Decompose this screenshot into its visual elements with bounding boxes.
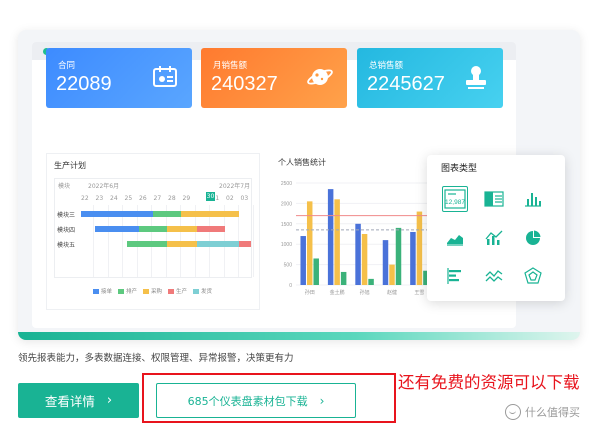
- gantt-day-label: 27: [153, 195, 162, 202]
- popup-title: 图表类型: [441, 164, 478, 174]
- gantt-day-label: 02: [226, 195, 234, 202]
- bar: [340, 271, 347, 285]
- bar: [395, 227, 402, 285]
- gantt-month: 2022年7月: [219, 183, 251, 190]
- panel-title: 个人销售统计: [278, 158, 326, 167]
- gantt-legend-item: 生产: [168, 287, 187, 295]
- planet-icon: [307, 69, 333, 85]
- card-accent-bar: [18, 332, 580, 340]
- download-label: 685个仪表盘素材包下载: [187, 394, 308, 408]
- gantt-day-label: 22: [81, 195, 89, 202]
- gantt-legend-item: 采购: [143, 287, 162, 295]
- gantt-row-label: 模块五: [57, 242, 76, 249]
- gantt-bar: [197, 226, 225, 232]
- radar-chart-icon[interactable]: [520, 263, 546, 289]
- gantt-bar: [81, 211, 153, 217]
- panel-title: 生产计划: [54, 161, 86, 170]
- bar: [334, 199, 340, 285]
- kpi-card-monthly-sales: 月销售额 240327: [201, 48, 347, 108]
- bar-chart-icon[interactable]: [520, 186, 546, 212]
- kpi-card-total-sales: 总销售额 2245627: [357, 48, 503, 108]
- gantt-legend-item: 排产: [118, 287, 137, 295]
- y-tick-label: 2500: [281, 181, 292, 187]
- gantt-day-label: 23: [95, 195, 104, 202]
- gantt-legend-item: 接单: [93, 287, 112, 295]
- kpi-label: 合同: [58, 61, 76, 71]
- bar: [361, 234, 368, 285]
- bar: [327, 189, 334, 285]
- free-resources-annotation: 还有免费的资源可以下载: [398, 373, 580, 392]
- line-bar-chart-icon[interactable]: [481, 225, 507, 251]
- horizontal-bar-icon[interactable]: [442, 263, 468, 289]
- gantt-day-label: 29: [182, 195, 191, 202]
- bar: [382, 240, 389, 285]
- gantt-day-label: 26: [139, 195, 147, 202]
- gantt-day-label: 03: [240, 195, 249, 202]
- gantt-bar: [197, 241, 239, 247]
- kpi-card-contract: 合同 22089: [46, 48, 192, 108]
- view-details-button[interactable]: 查看详情 ›: [18, 383, 139, 418]
- gantt-grid: 模块 2022年6月 2022年7月 22 23 24 25 26 27 28 29 01 02 0…: [54, 178, 254, 278]
- gantt-bar: [239, 241, 251, 247]
- number-card-text: 12,987: [445, 199, 465, 206]
- kpi-value: 22089: [56, 73, 112, 95]
- x-tick-label: 孙旭: [360, 289, 370, 296]
- bar: [306, 201, 313, 285]
- watermark: 什么值得买: [505, 404, 580, 420]
- gantt-bar: [181, 211, 239, 217]
- gantt-legend-item: 发货: [193, 287, 212, 295]
- view-details-label: 查看详情: [44, 394, 95, 409]
- bar: [410, 231, 416, 285]
- gantt-row-label: 模块四: [57, 227, 76, 234]
- gantt-day-label: 24: [110, 195, 118, 202]
- gantt-row-label: 模块三: [57, 212, 76, 219]
- y-tick-label: 500: [284, 263, 293, 269]
- gantt-today-marker: 30: [206, 192, 215, 201]
- kpi-value: 2245627: [367, 73, 445, 95]
- bar: [355, 223, 361, 285]
- chevron-right-icon: ›: [106, 393, 113, 408]
- x-tick-label: 赵健: [387, 289, 397, 296]
- calendar-card-icon: [153, 66, 177, 87]
- bar: [416, 211, 423, 285]
- production-plan-panel: 生产计划 模块 2022年6月 2022年7月 22 23 24 25 26 27 28 29…: [46, 153, 260, 310]
- kpi-label: 总销售额: [369, 61, 404, 71]
- gantt-bar: [167, 241, 197, 247]
- download-dashboard-pack-button[interactable]: 685个仪表盘素材包下载 ›: [156, 383, 356, 418]
- y-tick-label: 1500: [281, 222, 292, 228]
- chart-type-popup: 图表类型 12,987: [427, 155, 565, 301]
- area-chart-icon[interactable]: [442, 225, 468, 251]
- x-tick-label: 孙田: [305, 289, 315, 296]
- gantt-corner-label: 模块: [58, 183, 71, 190]
- tagline: 领先报表能力，多表数据连接、权限管理、异常报警，决策更有力: [18, 353, 294, 364]
- gantt-bar: [167, 226, 197, 232]
- table-list-icon[interactable]: [481, 186, 507, 212]
- kpi-value: 240327: [211, 73, 278, 95]
- watermark-text: 什么值得买: [525, 406, 580, 419]
- y-tick-label: 1000: [281, 242, 292, 248]
- y-tick-label: 0: [289, 283, 292, 289]
- gantt-bar: [153, 211, 181, 217]
- bar: [313, 258, 319, 285]
- smzdm-logo-icon: [505, 404, 521, 420]
- kpi-label: 月销售额: [213, 61, 248, 71]
- x-tick-label: 金土鹏: [330, 289, 345, 296]
- pie-chart-icon[interactable]: [520, 225, 546, 251]
- chevron-right-icon: ›: [319, 393, 325, 408]
- bar: [389, 264, 395, 285]
- gantt-bar: [139, 226, 167, 232]
- line-chart-icon[interactable]: [481, 263, 507, 289]
- gantt-month: 2022年6月: [88, 183, 120, 190]
- gantt-bar: [95, 226, 139, 232]
- bar: [300, 236, 306, 285]
- y-tick-label: 2000: [281, 201, 292, 207]
- x-tick-label: 王雪: [414, 290, 424, 296]
- bar: [368, 278, 374, 285]
- gantt-grid-line: [252, 205, 254, 277]
- gantt-day-label: 25: [124, 195, 133, 202]
- stamp-icon: [466, 66, 486, 89]
- gantt-day-label: 28: [168, 195, 176, 202]
- number-card-icon[interactable]: 12,987: [442, 186, 468, 212]
- gantt-bar: [127, 241, 167, 247]
